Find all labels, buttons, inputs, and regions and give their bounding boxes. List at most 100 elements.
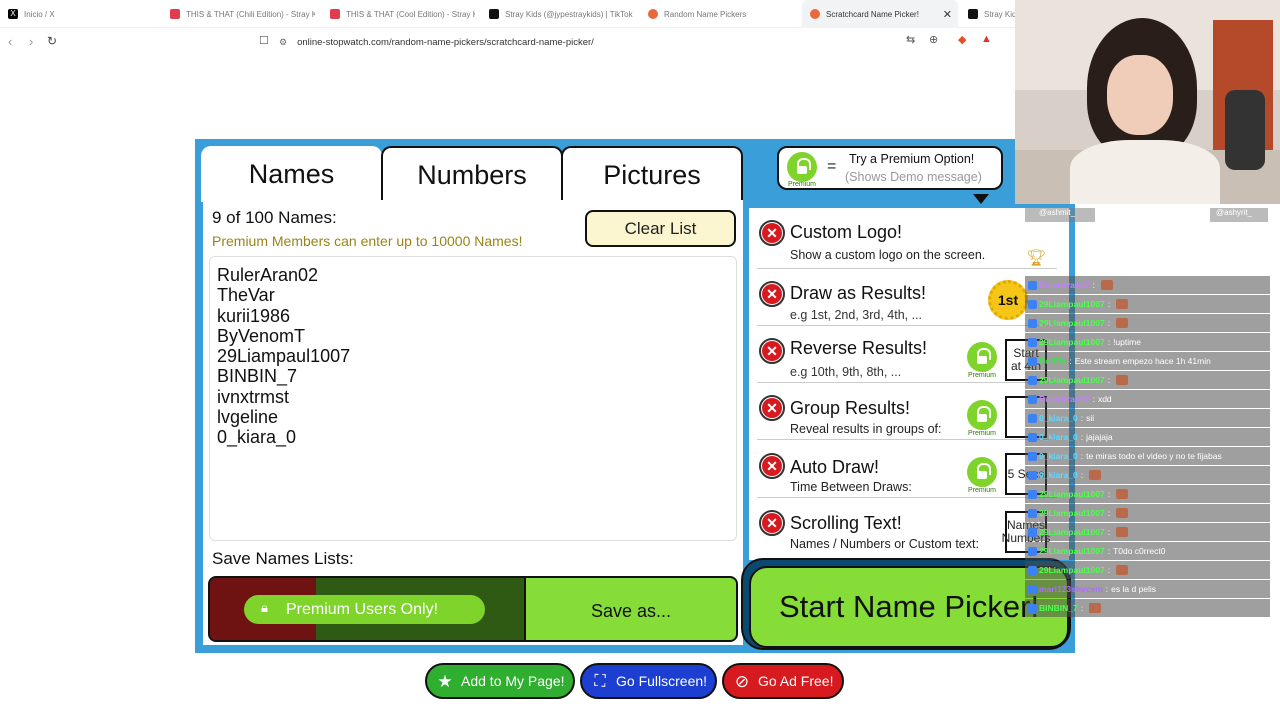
- chat-username: 29Liampaul1007: [1039, 527, 1105, 537]
- name-entry: lvgeline: [217, 407, 279, 428]
- chat-header-right: @ashyrit_: [1210, 208, 1268, 222]
- disabled-x-icon[interactable]: ✕: [759, 510, 785, 536]
- emote-icon: [1116, 299, 1129, 309]
- chat-message: RulerAran02: xdd: [1025, 390, 1270, 408]
- lock-icon: [787, 152, 817, 182]
- chat-username: 29Liampaul1007: [1039, 489, 1105, 499]
- fullscreen-icon: ⛶: [594, 673, 606, 690]
- chat-message: 29Liampaul1007:: [1025, 504, 1270, 522]
- no-ads-icon: ⊘: [734, 672, 750, 691]
- chat-message: 0_kiara_0:: [1025, 466, 1270, 484]
- webcam-video: [1015, 0, 1280, 204]
- chat-message: mari123shvcem: es la d pelis: [1025, 580, 1270, 598]
- address-bar[interactable]: ⚙ online-stopwatch.com/random-name-picke…: [279, 32, 999, 52]
- browser-tab[interactable]: THIS & THAT (Chili Edition) - Stray K: [170, 0, 315, 28]
- badge-icon: [1028, 470, 1037, 480]
- browser-tab[interactable]: X Inicio / X: [8, 0, 158, 28]
- browser-tab[interactable]: Stray Kids (@jypestraykids) | TikTok: [489, 0, 634, 28]
- browser-tab[interactable]: Random Name Pickers: [648, 0, 793, 28]
- disabled-x-icon[interactable]: ✕: [759, 220, 785, 246]
- badge-icon: [1028, 356, 1037, 366]
- chat-text: es la d pelis: [1111, 584, 1157, 594]
- go-fullscreen-button[interactable]: ⛶ Go Fullscreen!: [580, 663, 717, 699]
- disabled-x-icon[interactable]: ✕: [759, 281, 785, 307]
- disabled-x-icon[interactable]: ✕: [759, 338, 785, 364]
- zoom-icon[interactable]: ⊕: [929, 33, 938, 46]
- chat-text: te miras todo el video y no te fijabas: [1086, 451, 1222, 461]
- translate-icon[interactable]: ⇆: [906, 33, 915, 46]
- go-ad-free-button[interactable]: ⊘ Go Ad Free!: [722, 663, 844, 699]
- stopwatch-icon: [648, 9, 658, 19]
- premium-note-subtitle: (Shows Demo message): [845, 170, 982, 184]
- bookmark-icon[interactable]: ☐: [259, 34, 269, 47]
- disabled-x-icon[interactable]: ✕: [759, 395, 785, 421]
- browser-tab[interactable]: THIS & THAT (Cool Edition) - Stray K: [330, 0, 475, 28]
- chat-username: 29Liampaul1007: [1039, 565, 1105, 575]
- back-icon[interactable]: ‹: [8, 34, 12, 49]
- x-logo-icon: X: [8, 9, 18, 19]
- chat-message: BINBIN_7:: [1025, 599, 1270, 617]
- tab-pictures[interactable]: Pictures: [561, 146, 743, 202]
- chat-username: 29Liampaul1007: [1039, 375, 1105, 385]
- first-place-badge: 1st: [988, 280, 1028, 320]
- badge-icon: [1028, 394, 1037, 404]
- save-lists-label: Save Names Lists:: [212, 549, 354, 568]
- chat-text: !uptime: [1113, 337, 1141, 347]
- chat-text: Este stream empezo hace 1h 41min: [1074, 356, 1211, 366]
- chat-message: RulerAran02:: [1025, 276, 1270, 294]
- badge-icon: [1028, 375, 1037, 385]
- badge-icon: [1028, 413, 1037, 423]
- names-textarea[interactable]: RulerAran02 TheVar kurii1986 ByVenomT 29…: [209, 256, 737, 541]
- reload-icon[interactable]: ↻: [47, 34, 57, 48]
- badge-icon: [1028, 565, 1037, 575]
- browser-tab[interactable]: Stray Kids: [968, 0, 1015, 28]
- chat-username: 0_kiara_0: [1039, 432, 1078, 442]
- chat-message: 29Liampaul1007:: [1025, 561, 1270, 579]
- chat-username: 29Liampaul1007: [1039, 299, 1105, 309]
- rewards-icon[interactable]: ▲: [981, 33, 992, 45]
- browser-tab-active[interactable]: Scratchcard Name Picker! ✕: [802, 0, 958, 28]
- emote-icon: [1089, 603, 1102, 613]
- name-entry: BINBIN_7: [217, 366, 298, 387]
- chat-text: sii: [1086, 413, 1095, 423]
- clear-list-button[interactable]: Clear List: [585, 210, 736, 247]
- chat-message: 29Liampaul1007:: [1025, 295, 1270, 313]
- site-info-icon[interactable]: ⚙: [279, 37, 287, 48]
- start-name-picker-button[interactable]: Start Name Picker!: [749, 566, 1069, 648]
- badge-icon: [1028, 337, 1037, 347]
- chat-message: BotRix: Este stream empezo hace 1h 41min: [1025, 352, 1270, 370]
- brave-shield-icon[interactable]: ◆: [958, 33, 966, 46]
- add-to-my-page-button[interactable]: ★ Add to My Page!: [425, 663, 575, 699]
- emote-icon: [1089, 470, 1102, 480]
- chat-message: 0_kiara_0: te miras todo el video y no te…: [1025, 447, 1270, 465]
- badge-icon: [1028, 299, 1037, 309]
- premium-users-only-button[interactable]: 🔒︎ Premium Users Only!: [244, 595, 485, 624]
- chat-username: RulerAran02: [1039, 394, 1090, 404]
- chat-message: 29Liampaul1007: T0do c0rrect0: [1025, 542, 1270, 560]
- close-tab-icon[interactable]: ✕: [943, 8, 952, 21]
- tab-names[interactable]: Names: [201, 146, 382, 202]
- chat-message: 0_kiara_0: sii: [1025, 409, 1270, 427]
- stopwatch-icon: [810, 9, 820, 19]
- disabled-x-icon[interactable]: ✕: [759, 453, 785, 479]
- save-as-button[interactable]: Save as...: [524, 578, 736, 640]
- badge-icon: [1028, 451, 1037, 461]
- chat-username: mari123shvcem: [1039, 584, 1103, 594]
- badge-icon: [1028, 318, 1037, 328]
- premium-note-title: Try a Premium Option!: [849, 152, 975, 166]
- music-icon: [330, 9, 340, 19]
- name-entry: 29Liampaul1007: [217, 346, 351, 367]
- chat-text: jajajaja: [1086, 432, 1113, 442]
- browser-nav-bar: ‹ › ↻ ☐ ⚙ online-stopwatch.com/random-na…: [0, 28, 1015, 56]
- star-icon: ★: [437, 672, 453, 691]
- premium-lock-icon: [967, 457, 997, 487]
- forward-icon[interactable]: ›: [29, 34, 33, 49]
- chat-message: 29Liampaul1007:: [1025, 371, 1270, 389]
- name-entry: RulerAran02: [217, 265, 319, 285]
- streamer-face: [1107, 55, 1173, 135]
- tab-numbers[interactable]: Numbers: [381, 146, 563, 202]
- chat-message: 0_kiara_0: jajajaja: [1025, 428, 1270, 446]
- chat-header-left: @ashmit_: [1025, 208, 1095, 222]
- emote-icon: [1116, 375, 1129, 385]
- badge-icon: [1028, 546, 1037, 556]
